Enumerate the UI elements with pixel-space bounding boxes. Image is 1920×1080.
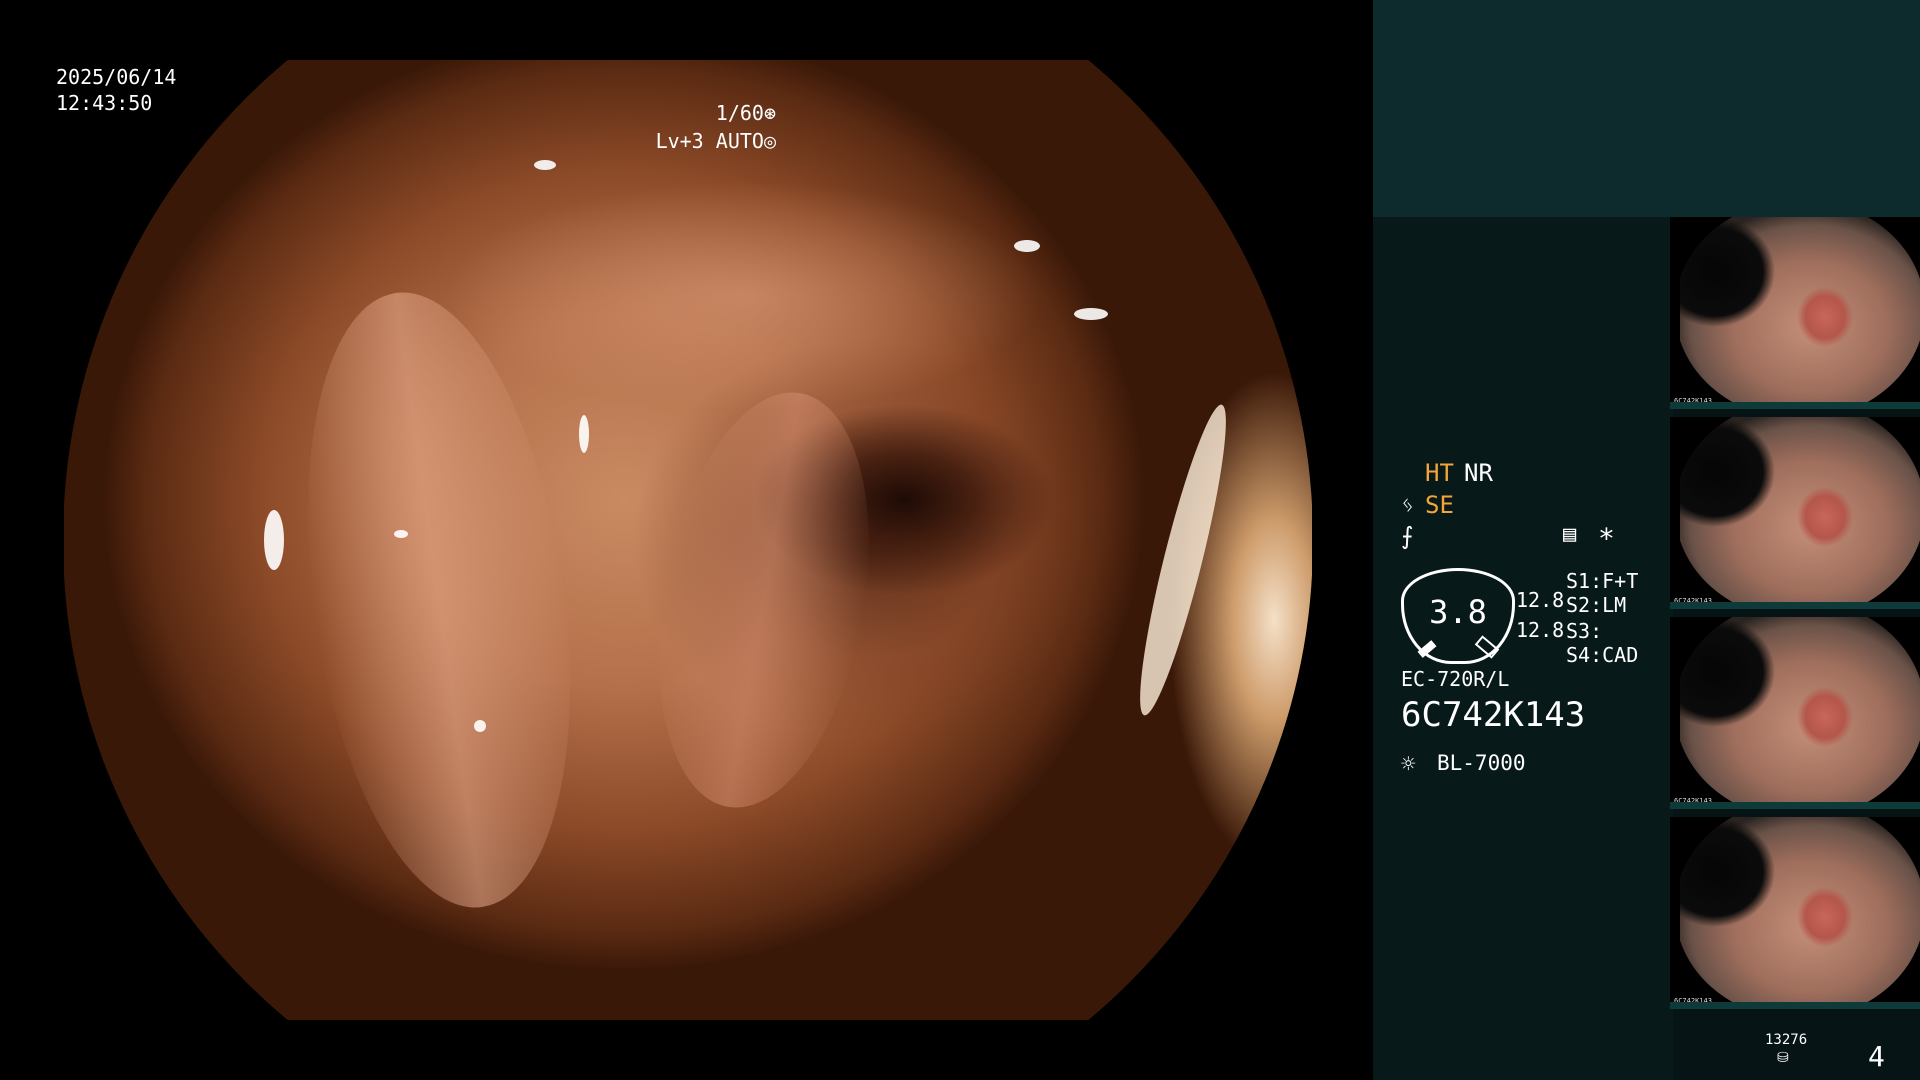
freeze-icon: ⨍ bbox=[1401, 522, 1414, 550]
mucosal-fold bbox=[444, 180, 1044, 410]
thumbnail[interactable]: 6C742K143 bbox=[1670, 817, 1920, 1009]
info-panel: HT NR ᛃ SE ⨍ ▤ * 3.8 12.8 12.8 S1:F+T S2… bbox=[1373, 217, 1673, 1080]
light-bulb-icon: ☼ bbox=[1401, 750, 1416, 778]
side-panel: HT NR ᛃ SE ⨍ ▤ * 3.8 12.8 12.8 S1:F+T S2… bbox=[1373, 0, 1920, 1080]
endoscopy-main-view: 2025/06/14 12:43:50 1/60⊛ Lv+3 AUTO◎ bbox=[0, 0, 1373, 1080]
specular-highlight bbox=[474, 720, 486, 732]
date-time: 2025/06/14 12:43:50 bbox=[56, 64, 176, 116]
setting-s1: S1:F+T bbox=[1566, 569, 1639, 593]
menu-icon: ▤ bbox=[1563, 522, 1577, 547]
shutter-row: 1/60⊛ bbox=[656, 99, 776, 127]
specular-highlight bbox=[1014, 240, 1040, 252]
setting-s4: S4:CAD bbox=[1566, 643, 1639, 667]
storage-icon: ⛁ bbox=[1777, 1050, 1789, 1066]
ratio-tick-left bbox=[1417, 640, 1437, 658]
thumbnail-image bbox=[1680, 217, 1920, 402]
level-text: Lv+3 bbox=[655, 129, 704, 153]
thumbnail-image bbox=[1680, 817, 1920, 1002]
thumbnail-bar bbox=[1670, 802, 1920, 809]
thumbnail-image bbox=[1680, 617, 1920, 802]
thumbnail-image bbox=[1680, 417, 1920, 602]
specular-highlight bbox=[264, 510, 284, 570]
thumbnail[interactable]: 6C742K143 bbox=[1670, 617, 1920, 809]
thumbnail[interactable]: 6C742K143 bbox=[1670, 417, 1920, 609]
mucosal-fold bbox=[629, 375, 899, 825]
shutter-speed: 1/60 bbox=[715, 101, 764, 125]
setting-s2: S2:LM bbox=[1566, 593, 1627, 617]
ht-label: HT bbox=[1425, 459, 1454, 487]
ratio-tick-right bbox=[1474, 635, 1500, 659]
date-text: 2025/06/14 bbox=[56, 65, 177, 89]
exposure-readout: 1/60⊛ Lv+3 AUTO◎ bbox=[656, 99, 776, 155]
setting-s3: S3: bbox=[1566, 619, 1603, 643]
storage-count: 13276 bbox=[1765, 1032, 1808, 1048]
asterisk-icon: * bbox=[1598, 522, 1615, 555]
scope-model: EC-720R/L bbox=[1401, 667, 1510, 691]
thumbnail-bar bbox=[1670, 402, 1920, 409]
thumbnail-bar bbox=[1670, 1002, 1920, 1009]
ratio-badge: 3.8 bbox=[1401, 568, 1515, 664]
specular-highlight bbox=[394, 530, 408, 538]
nr-label: NR bbox=[1464, 459, 1493, 487]
specular-highlight bbox=[579, 415, 589, 453]
mode-text: AUTO bbox=[715, 129, 764, 153]
light-source: BL-7000 bbox=[1437, 751, 1526, 775]
thumbnail-bar bbox=[1670, 602, 1920, 609]
ratio-value: 3.8 bbox=[1429, 593, 1487, 631]
page-number: 4 bbox=[1868, 1040, 1885, 1073]
specular-highlight bbox=[534, 160, 556, 170]
aperture-icon: ⊛ bbox=[763, 101, 776, 125]
time-text: 12:43:50 bbox=[56, 91, 153, 115]
panel-header bbox=[1373, 0, 1920, 217]
ratio-side-value-1: 12.8 bbox=[1516, 588, 1565, 612]
se-label: SE bbox=[1425, 491, 1454, 519]
specular-highlight bbox=[1125, 400, 1241, 720]
thumbnail-strip: 6C742K143 6C742K143 6C742K143 6C742K143 bbox=[1670, 217, 1920, 1017]
se-icon: ᛃ bbox=[1401, 493, 1415, 518]
thumbnail[interactable]: 6C742K143 bbox=[1670, 217, 1920, 409]
auto-icon: ◎ bbox=[763, 129, 776, 153]
level-row: Lv+3 AUTO◎ bbox=[656, 127, 776, 155]
endoscopic-image bbox=[64, 60, 1312, 1020]
specular-highlight bbox=[1074, 308, 1108, 320]
scope-serial: 6C742K143 bbox=[1401, 695, 1586, 735]
ratio-side-value-2: 12.8 bbox=[1516, 618, 1565, 642]
